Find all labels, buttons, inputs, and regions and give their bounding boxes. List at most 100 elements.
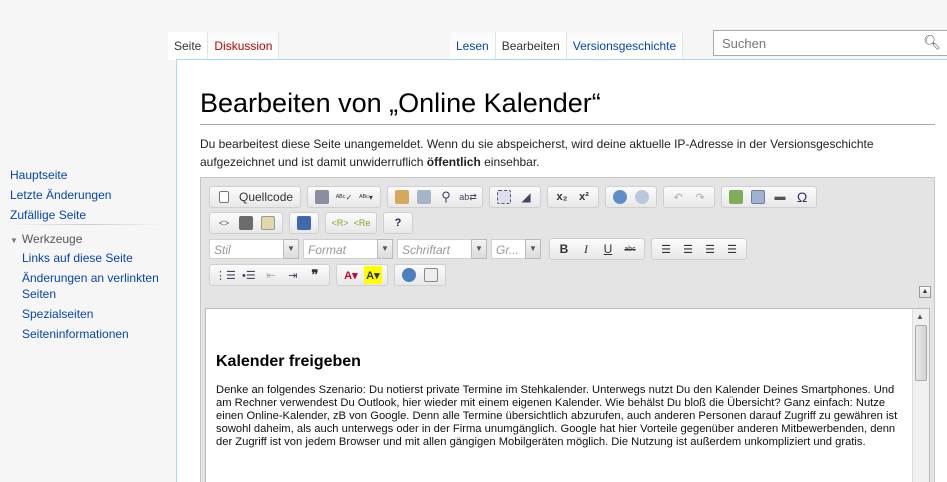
toolbar-group-paste-find: ⚲ ab⇄ — [387, 186, 484, 208]
search-icon[interactable]: 🔍︎ — [923, 34, 941, 51]
select-all-icon[interactable] — [495, 188, 513, 206]
tab-read[interactable]: Lesen — [450, 32, 496, 60]
editor-scrollbar[interactable]: ▲ — [912, 309, 929, 482]
notice-bold: öffentlich — [426, 155, 481, 169]
strikethrough-icon[interactable]: abc — [621, 240, 639, 258]
sidebar: Hauptseite Letzte Änderungen Zufällige S… — [0, 0, 175, 482]
text-color-icon[interactable]: A▾ — [342, 266, 360, 284]
editor-content-area[interactable]: Kalender freigeben Denke an folgendes Sz… — [205, 308, 930, 482]
toolbar-group-c — [289, 212, 319, 234]
size-select[interactable]: Gr... ▼ — [491, 239, 541, 259]
scrollbar-thumb[interactable] — [915, 325, 927, 381]
image-icon[interactable] — [727, 188, 745, 206]
sidebar-item-main-page[interactable]: Hauptseite — [10, 165, 111, 185]
superscript-icon[interactable]: x² — [575, 188, 593, 206]
find-icon[interactable]: ⚲ — [437, 188, 455, 206]
search-placeholder: Suchen — [722, 36, 767, 51]
toolbar-row-4: ⋮☰ •☰ ⇤ ⇥ ❞ A▾ A▾ — [209, 264, 452, 286]
numbered-list-icon[interactable]: ⋮☰ — [215, 266, 236, 284]
tab-history[interactable]: Versionsgeschichte — [566, 32, 684, 60]
special-char-icon[interactable]: Ω — [793, 188, 811, 206]
view-tabs: Lesen Bearbeiten Versionsgeschichte — [450, 32, 684, 60]
sidebar-item-random-page[interactable]: Zufällige Seite — [10, 205, 111, 225]
outdent-icon[interactable]: ⇤ — [262, 266, 280, 284]
sidebar-item-recent-changes[interactable]: Letzte Änderungen — [10, 185, 111, 205]
toolbar-group-undo: ↶ ↷ — [663, 186, 716, 208]
table-icon[interactable] — [749, 188, 767, 206]
size-select-value: Gr... — [491, 239, 525, 259]
unlink-icon[interactable] — [633, 188, 651, 206]
sidebar-item-page-info[interactable]: Seiteninformationen — [22, 326, 172, 342]
paste-text-icon[interactable] — [393, 188, 411, 206]
scroll-up-icon[interactable]: ▲ — [916, 312, 924, 321]
template-icon[interactable]: <> — [215, 214, 233, 232]
toolbar-group-print-spell: ᴬᴮᶜ✓ ᴬᴮᶜ▾ — [307, 186, 382, 208]
sidebar-item-special-pages[interactable]: Spezialseiten — [22, 306, 172, 322]
background-color-icon[interactable]: A▾ — [363, 266, 382, 284]
collapse-toolbar-button[interactable]: ▲ — [919, 286, 931, 298]
sidebar-item-related-changes[interactable]: Änderungen an verlinkten Seiten — [22, 270, 172, 302]
content-heading: Kalender freigeben — [216, 353, 361, 370]
remove-format-icon[interactable]: ◢ — [517, 188, 535, 206]
chevron-down-icon: ▼ — [377, 239, 393, 259]
show-blocks-icon[interactable] — [422, 266, 440, 284]
search-input[interactable]: Suchen 🔍︎ — [713, 30, 947, 56]
blockquote-icon[interactable]: ❞ — [306, 266, 324, 284]
align-center-icon[interactable]: ☰ — [679, 240, 697, 258]
tools-heading[interactable]: ▼ Werkzeuge — [10, 232, 82, 246]
textbox-icon[interactable] — [237, 214, 255, 232]
align-right-icon[interactable]: ☰ — [701, 240, 719, 258]
underline-icon[interactable]: U — [599, 240, 617, 258]
tools-list: Links auf diese Seite Änderungen an verl… — [22, 250, 172, 346]
toolbar-group-align: ☰ ☰ ☰ ☰ — [651, 238, 747, 260]
paste-word-icon[interactable] — [415, 188, 433, 206]
align-left-icon[interactable]: ☰ — [657, 240, 675, 258]
subscript-icon[interactable]: x₂ — [553, 188, 571, 206]
title-divider — [200, 124, 935, 125]
spellcheck-icon[interactable]: ᴬᴮᶜ✓ — [335, 188, 353, 206]
format-select-value: Format — [303, 239, 377, 259]
toolbar-group-templates: <> — [209, 212, 283, 234]
namespace-tabs: Seite Diskussion — [168, 32, 280, 60]
maximize-icon[interactable] — [400, 266, 418, 284]
form-icon[interactable] — [259, 214, 277, 232]
print-icon[interactable] — [313, 188, 331, 206]
font-select[interactable]: Schriftart ▼ — [397, 239, 487, 259]
references-icon[interactable]: <Re — [353, 214, 371, 232]
tab-page[interactable]: Seite — [168, 32, 209, 60]
wiki-page: Hauptseite Letzte Änderungen Zufällige S… — [0, 0, 947, 482]
bold-icon[interactable]: B — [555, 240, 573, 258]
toolbar-group-insert: ▬ Ω — [721, 186, 818, 208]
toolbar-group-lists: ⋮☰ •☰ ⇤ ⇥ ❞ — [209, 264, 330, 286]
category-icon[interactable] — [295, 214, 313, 232]
notice-text-end: einsehbar. — [480, 155, 540, 169]
font-select-value: Schriftart — [397, 239, 471, 259]
content-paragraph: Denke an folgendes Szenario: Du notierst… — [216, 384, 898, 448]
rich-text-editor: Quellcode ᴬᴮᶜ✓ ᴬᴮᶜ▾ ⚲ ab⇄ ◢ x₂ x² ↶ ↷ ▬ … — [200, 177, 935, 482]
replace-icon[interactable]: ab⇄ — [459, 188, 477, 206]
help-icon[interactable]: ? — [389, 214, 407, 232]
indent-icon[interactable]: ⇥ — [284, 266, 302, 284]
link-icon[interactable] — [611, 188, 629, 206]
content-area: Bearbeiten von „Online Kalender“ Du bear… — [176, 59, 947, 482]
undo-icon[interactable]: ↶ — [669, 188, 687, 206]
align-justify-icon[interactable]: ☰ — [723, 240, 741, 258]
horizontal-line-icon[interactable]: ▬ — [771, 188, 789, 206]
tab-edit[interactable]: Bearbeiten — [495, 32, 567, 60]
reference-icon[interactable]: <R> — [331, 214, 349, 232]
toolbar-group-colors: A▾ A▾ — [335, 264, 388, 286]
toolbar-group-help: ? — [383, 212, 413, 234]
page-title: Bearbeiten von „Online Kalender“ — [200, 88, 601, 118]
redo-icon[interactable]: ↷ — [691, 188, 709, 206]
sidebar-navigation: Hauptseite Letzte Änderungen Zufällige S… — [10, 165, 111, 225]
bulleted-list-icon[interactable]: •☰ — [240, 266, 258, 284]
toolbar-group-source: Quellcode — [209, 186, 302, 208]
tab-discussion[interactable]: Diskussion — [208, 32, 280, 60]
source-button[interactable]: Quellcode — [237, 188, 295, 206]
chevron-down-icon: ▼ — [471, 239, 487, 259]
italic-icon[interactable]: I — [577, 240, 595, 258]
sidebar-item-what-links-here[interactable]: Links auf diese Seite — [22, 250, 172, 266]
style-select[interactable]: Stil ▼ — [209, 239, 299, 259]
format-select[interactable]: Format ▼ — [303, 239, 393, 259]
spell-as-you-type-icon[interactable]: ᴬᴮᶜ▾ — [357, 188, 375, 206]
